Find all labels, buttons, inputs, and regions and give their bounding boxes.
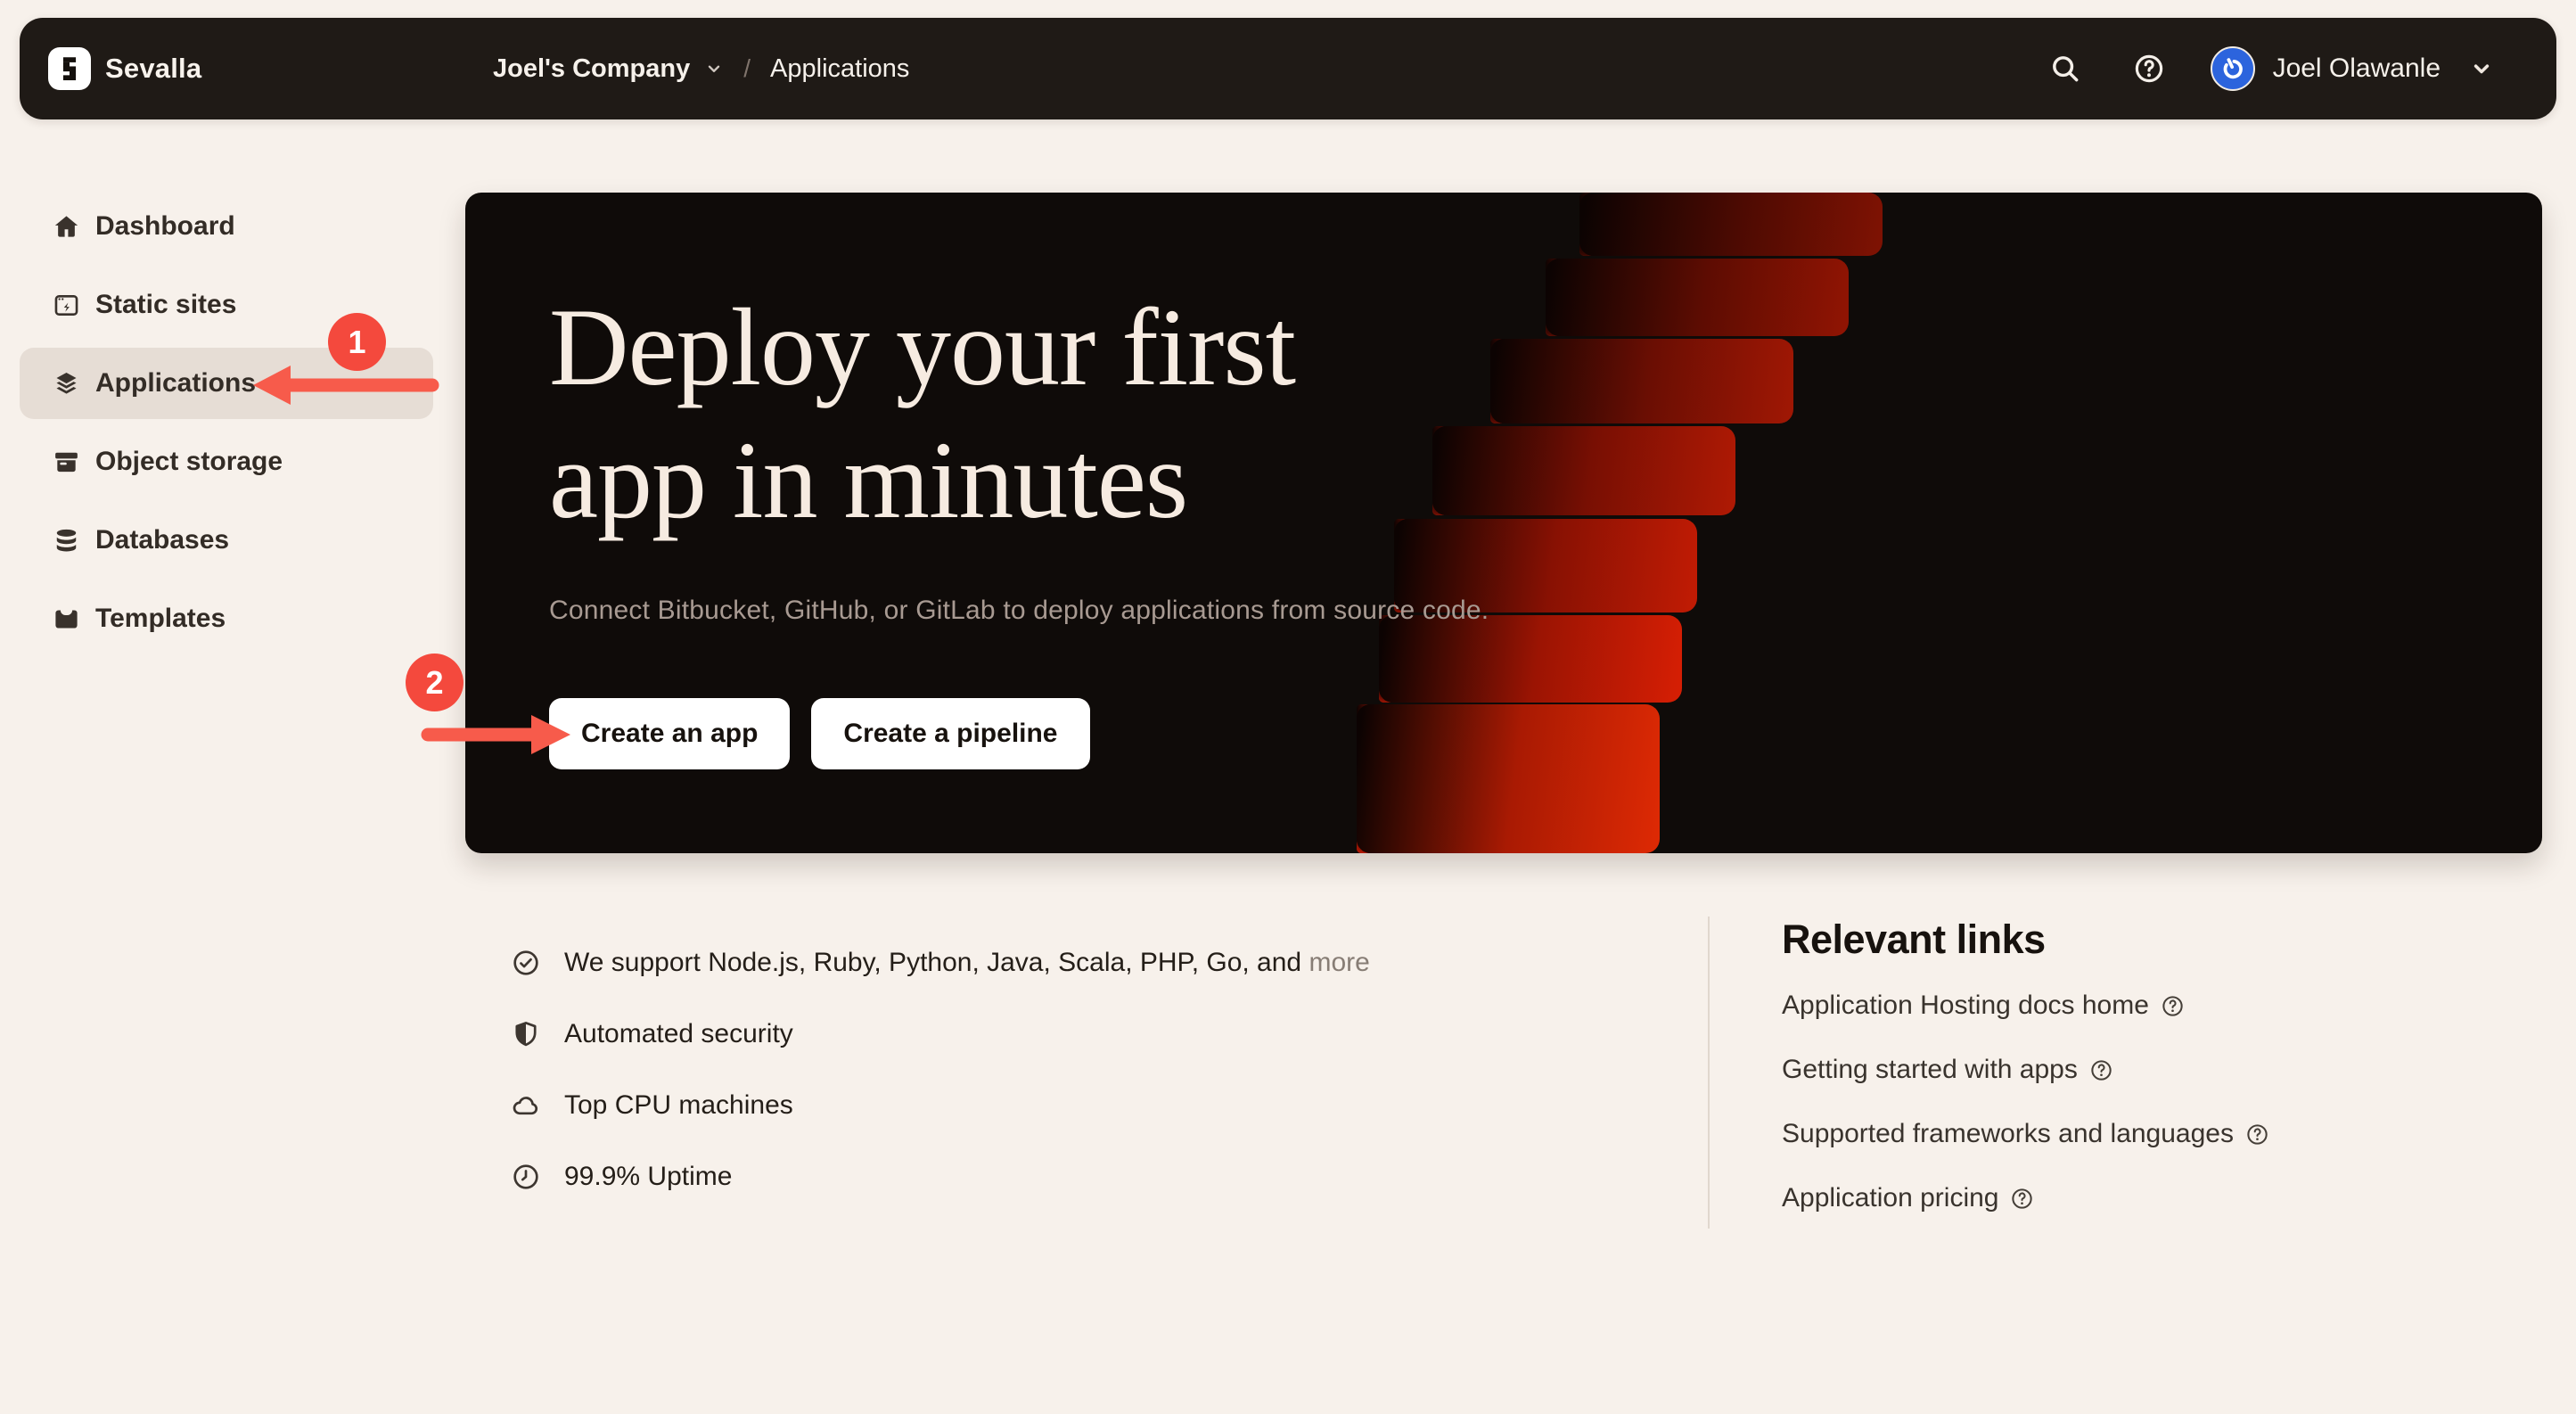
object-storage-icon bbox=[52, 448, 81, 477]
feature-row-cpu: Top CPU machines bbox=[511, 1084, 1370, 1127]
brand[interactable]: Sevalla bbox=[48, 47, 201, 90]
top-navbar: Sevalla Joel's Company / Applications Jo… bbox=[20, 18, 2556, 119]
home-icon bbox=[52, 212, 81, 242]
link-label: Supported frameworks and languages bbox=[1782, 1119, 2234, 1149]
create-pipeline-button[interactable]: Create a pipeline bbox=[811, 698, 1089, 769]
feature-text: We support Node.js, Ruby, Python, Java, … bbox=[564, 948, 1301, 977]
link-label: Getting started with apps bbox=[1782, 1055, 2078, 1085]
hero-buttons: Create an app Create a pipeline bbox=[549, 698, 1090, 769]
feature-text: 99.9% Uptime bbox=[564, 1162, 732, 1192]
create-app-button[interactable]: Create an app bbox=[549, 698, 790, 769]
sevalla-logo-icon bbox=[48, 47, 91, 90]
cloud-icon bbox=[511, 1090, 541, 1121]
sidebar-item-label: Static sites bbox=[95, 290, 236, 320]
sidebar-item-label: Applications bbox=[95, 368, 256, 399]
help-circle-icon bbox=[2088, 1057, 2114, 1083]
search-icon[interactable] bbox=[2048, 52, 2082, 86]
feature-row-languages: We support Node.js, Ruby, Python, Java, … bbox=[511, 941, 1370, 984]
user-menu-chevron-icon[interactable] bbox=[2469, 56, 2494, 81]
sidebar-item-object-storage[interactable]: Object storage bbox=[20, 426, 433, 497]
link-pricing[interactable]: Application pricing bbox=[1782, 1180, 2270, 1216]
sidebar-item-label: Object storage bbox=[95, 447, 283, 477]
user-name[interactable]: Joel Olawanle bbox=[2273, 53, 2441, 84]
avatar[interactable] bbox=[2211, 46, 2255, 91]
relevant-links: Relevant links Application Hosting docs … bbox=[1782, 917, 2270, 1216]
sidebar-item-databases[interactable]: Databases bbox=[20, 505, 433, 576]
link-label: Application Hosting docs home bbox=[1782, 991, 2149, 1021]
hero-banner: Deploy your first app in minutes Connect… bbox=[465, 193, 2542, 853]
feature-list: We support Node.js, Ruby, Python, Java, … bbox=[511, 941, 1370, 1198]
sidebar-item-label: Databases bbox=[95, 525, 229, 555]
check-circle-icon bbox=[511, 948, 541, 978]
annotation-badge-2: 2 bbox=[406, 654, 464, 711]
databases-icon bbox=[52, 526, 81, 555]
link-getting-started[interactable]: Getting started with apps bbox=[1782, 1052, 2270, 1088]
sidebar-item-label: Dashboard bbox=[95, 211, 235, 242]
sidebar-item-label: Templates bbox=[95, 604, 226, 634]
breadcrumb-page[interactable]: Applications bbox=[770, 54, 909, 84]
help-icon[interactable] bbox=[2132, 52, 2166, 86]
feature-row-security: Automated security bbox=[511, 1013, 1370, 1056]
help-circle-icon bbox=[2009, 1186, 2035, 1212]
breadcrumb: Joel's Company / Applications bbox=[493, 18, 909, 119]
navbar-actions: Joel Olawanle bbox=[2048, 18, 2494, 119]
shield-icon bbox=[511, 1019, 541, 1049]
link-docs-home[interactable]: Application Hosting docs home bbox=[1782, 988, 2270, 1024]
help-circle-icon bbox=[2160, 993, 2186, 1019]
link-label: Application pricing bbox=[1782, 1183, 1998, 1213]
annotation-arrow-2 bbox=[417, 708, 578, 761]
breadcrumb-company[interactable]: Joel's Company bbox=[493, 54, 690, 84]
applications-icon bbox=[52, 369, 81, 399]
hero-title: Deploy your first app in minutes bbox=[549, 282, 1295, 547]
clock-icon bbox=[511, 1162, 541, 1192]
static-sites-icon bbox=[52, 291, 81, 320]
link-frameworks[interactable]: Supported frameworks and languages bbox=[1782, 1116, 2270, 1152]
feature-text: Automated security bbox=[564, 1019, 793, 1049]
feature-text: Top CPU machines bbox=[564, 1090, 793, 1121]
help-circle-icon bbox=[2244, 1122, 2270, 1147]
sidebar-item-dashboard[interactable]: Dashboard bbox=[20, 191, 433, 262]
templates-icon bbox=[52, 604, 81, 634]
sidebar: Dashboard Static sites Applications Obje… bbox=[20, 191, 433, 662]
feature-row-uptime: 99.9% Uptime bbox=[511, 1155, 1370, 1198]
breadcrumb-separator: / bbox=[738, 54, 756, 83]
hero-subtitle: Connect Bitbucket, GitHub, or GitLab to … bbox=[549, 596, 1489, 626]
vertical-divider bbox=[1708, 917, 1710, 1229]
relevant-links-heading: Relevant links bbox=[1782, 917, 2270, 963]
more-link[interactable]: more bbox=[1309, 948, 1369, 977]
annotation-badge-1: 1 bbox=[328, 313, 386, 371]
chevron-down-icon[interactable] bbox=[704, 59, 724, 78]
sidebar-item-templates[interactable]: Templates bbox=[20, 583, 433, 654]
brand-name: Sevalla bbox=[105, 53, 201, 85]
